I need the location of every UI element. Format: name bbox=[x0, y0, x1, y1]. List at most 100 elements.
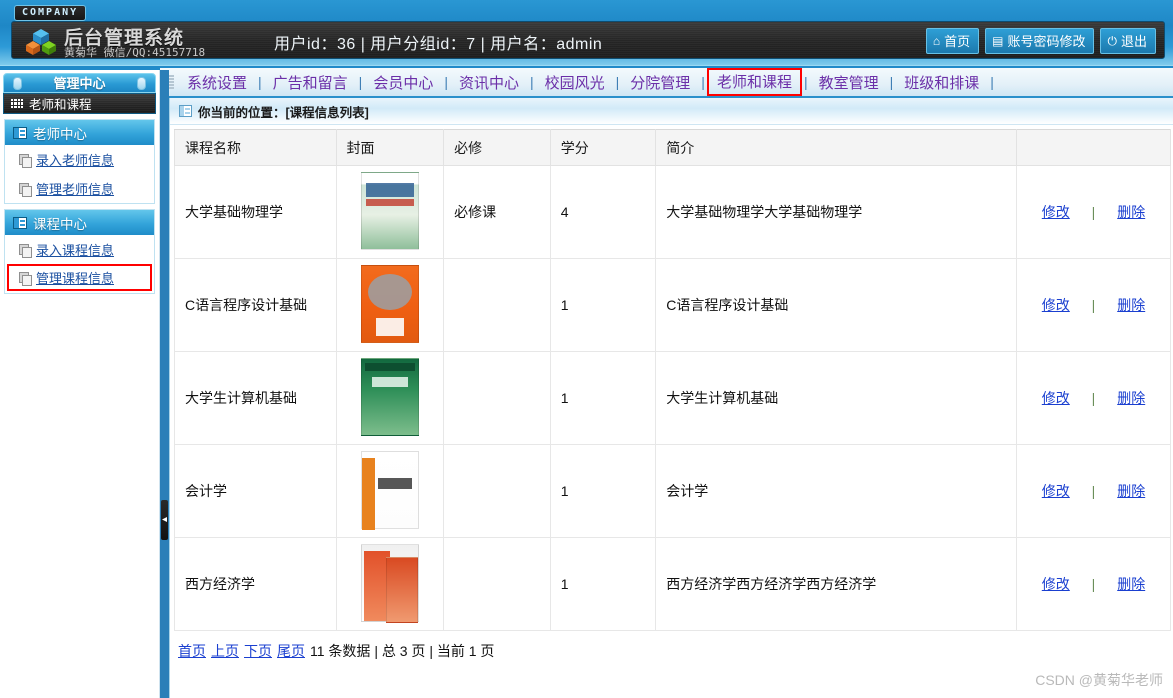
action-separator: | bbox=[1091, 483, 1096, 499]
column-header-credit: 学分 bbox=[549, 129, 657, 166]
grid-dots-icon bbox=[11, 99, 23, 108]
cell-credit: 1 bbox=[549, 537, 657, 631]
cell-credit: 1 bbox=[549, 444, 657, 538]
action-separator: | bbox=[1091, 297, 1096, 313]
delete-link[interactable]: 删除 bbox=[1117, 483, 1145, 499]
course-table: 课程名称 封面 必修 学分 简介 大学基础物理学 必修课 4 大学基础物理学大学… bbox=[174, 129, 1172, 631]
sidebar-group-course-center: 课程中心 录入课程信息 管理课程信息 bbox=[4, 209, 155, 294]
pager-first-link[interactable]: 首页 bbox=[178, 643, 206, 659]
book-cover-computer bbox=[360, 357, 419, 436]
cell-intro: C语言程序设计基础 bbox=[655, 258, 1017, 352]
brand-subtitle: 黄菊华 微信/QQ:45157718 bbox=[64, 46, 206, 59]
nav-item-ads-messages[interactable]: 广告和留言 bbox=[262, 72, 359, 93]
cell-course-name: 会计学 bbox=[174, 444, 337, 538]
cell-actions: 修改 | 删除 bbox=[1015, 537, 1172, 631]
pager-total-pages: 总 3 页 bbox=[381, 643, 426, 659]
edit-link[interactable]: 修改 bbox=[1042, 204, 1070, 220]
pager-prev-link[interactable]: 上页 bbox=[211, 643, 239, 659]
logout-button[interactable]: ⏻ 退出 bbox=[1100, 28, 1156, 54]
app-root: COMPANY 后台管理系统 黄菊华 微信/QQ:45157718 用户id：3… bbox=[0, 0, 1173, 698]
sidebar-divider bbox=[160, 70, 169, 698]
cell-cover bbox=[335, 444, 445, 538]
delete-link[interactable]: 删除 bbox=[1117, 576, 1145, 592]
cell-credit: 1 bbox=[549, 351, 657, 445]
sidebar-group-label: 课程中心 bbox=[33, 216, 87, 232]
sidebar-group-header[interactable]: 老师中心 bbox=[5, 120, 154, 145]
sidebar-group-teacher-center: 老师中心 录入老师信息 管理老师信息 bbox=[4, 119, 155, 204]
user-info-text: 用户id：36 | 用户分组id：7 | 用户名：admin bbox=[274, 36, 603, 53]
home-icon: ⌂ bbox=[932, 33, 941, 48]
column-header-actions bbox=[1015, 129, 1172, 166]
cell-required bbox=[443, 258, 551, 352]
home-button[interactable]: ⌂ 首页 bbox=[925, 28, 980, 54]
cell-actions: 修改 | 删除 bbox=[1015, 444, 1172, 538]
sidebar-item-label: 录入课程信息 bbox=[36, 243, 115, 258]
nav-separator: | bbox=[990, 74, 994, 90]
sidebar-item-add-course[interactable]: 录入课程信息 bbox=[5, 235, 154, 264]
cell-course-name: 大学基础物理学 bbox=[174, 165, 337, 259]
sidebar-current-module: 老师和课程 bbox=[3, 93, 156, 114]
main-navigation: 系统设置 | 广告和留言 | 会员中心 | 资讯中心 | 校园风光 | 分院管理… bbox=[160, 68, 1173, 98]
sidebar: 管理中心 老师和课程 老师中心 录入老师信息 管理老师信息 课程中心 录入课程信… bbox=[0, 70, 160, 698]
sidebar-collapse-handle[interactable] bbox=[161, 500, 168, 540]
sidebar-item-label: 管理老师信息 bbox=[36, 182, 115, 197]
edit-link[interactable]: 修改 bbox=[1042, 483, 1070, 499]
app-header: COMPANY 后台管理系统 黄菊华 微信/QQ:45157718 用户id：3… bbox=[0, 0, 1173, 66]
sidebar-item-add-teacher[interactable]: 录入老师信息 bbox=[5, 145, 154, 174]
cell-credit: 1 bbox=[549, 258, 657, 352]
pager-last-link[interactable]: 尾页 bbox=[277, 643, 305, 659]
logo-cubes-icon bbox=[26, 29, 56, 55]
cell-course-name: 西方经济学 bbox=[174, 537, 337, 631]
header-inner-bar: 后台管理系统 黄菊华 微信/QQ:45157718 用户id：36 | 用户分组… bbox=[11, 21, 1165, 59]
pagination: 首页 上页 下页 尾页 11 条数据 | 总 3 页 | 当前 1 页 bbox=[178, 641, 1173, 661]
table-row: 会计学 1 会计学 修改 | 删除 bbox=[174, 444, 1172, 538]
pager-current-page: 当前 1 页 bbox=[436, 643, 495, 659]
pager-total-records: 11 条数据 bbox=[310, 643, 371, 659]
nav-item-class-scheduling[interactable]: 班级和排课 bbox=[893, 72, 990, 93]
nav-item-campus-scenery[interactable]: 校园风光 bbox=[534, 72, 616, 93]
logout-label: 退出 bbox=[1120, 34, 1147, 49]
nav-item-classroom-management[interactable]: 教室管理 bbox=[808, 72, 890, 93]
sidebar-item-label: 录入老师信息 bbox=[36, 153, 115, 168]
nav-item-news-center[interactable]: 资讯中心 bbox=[448, 72, 530, 93]
cell-cover bbox=[335, 258, 445, 352]
edit-link[interactable]: 修改 bbox=[1042, 390, 1070, 406]
cell-intro: 会计学 bbox=[655, 444, 1017, 538]
cell-required bbox=[443, 351, 551, 445]
sidebar-group-header[interactable]: 课程中心 bbox=[5, 210, 154, 235]
page-copy-icon bbox=[19, 153, 32, 168]
book-cover-economics bbox=[360, 543, 419, 623]
delete-link[interactable]: 删除 bbox=[1117, 390, 1145, 406]
screw-left-icon bbox=[13, 77, 22, 90]
table-row: 西方经济学 1 西方经济学西方经济学西方经济学 修改 | 删除 bbox=[174, 537, 1172, 631]
nav-item-system-settings[interactable]: 系统设置 bbox=[176, 72, 258, 93]
sidebar-item-manage-teacher[interactable]: 管理老师信息 bbox=[5, 174, 154, 203]
watermark: CSDN @黄菊华老师 bbox=[1035, 672, 1163, 688]
page-copy-icon bbox=[19, 182, 32, 197]
nav-separator: | bbox=[701, 74, 705, 90]
sidebar-title: 管理中心 bbox=[3, 73, 156, 93]
edit-link[interactable]: 修改 bbox=[1042, 576, 1070, 592]
content-panel: 你当前的位置：[课程信息列表] 课程名称 封面 必修 学分 简介 大学基础物理学… bbox=[169, 98, 1173, 698]
nav-item-member-center[interactable]: 会员中心 bbox=[362, 72, 444, 93]
action-separator: | bbox=[1091, 390, 1096, 406]
sidebar-group-label: 老师中心 bbox=[33, 126, 87, 142]
table-row: 大学基础物理学 必修课 4 大学基础物理学大学基础物理学 修改 | 删除 bbox=[174, 165, 1172, 259]
change-password-label: 账号密码修改 bbox=[1007, 34, 1086, 49]
book-cover-c-language bbox=[360, 264, 419, 343]
nav-item-branch-management[interactable]: 分院管理 bbox=[619, 72, 701, 93]
nav-item-teachers-courses[interactable]: 老师和课程 bbox=[706, 68, 802, 96]
window-icon bbox=[13, 216, 27, 229]
delete-link[interactable]: 删除 bbox=[1117, 204, 1145, 220]
breadcrumb-text: 你当前的位置：[课程信息列表] bbox=[198, 105, 369, 120]
delete-link[interactable]: 删除 bbox=[1117, 297, 1145, 313]
table-row: C语言程序设计基础 1 C语言程序设计基础 修改 | 删除 bbox=[174, 258, 1172, 352]
action-separator: | bbox=[1091, 576, 1096, 592]
edit-link[interactable]: 修改 bbox=[1042, 297, 1070, 313]
change-password-button[interactable]: ▤ 账号密码修改 bbox=[985, 28, 1095, 54]
sidebar-item-manage-course[interactable]: 管理课程信息 bbox=[7, 264, 152, 291]
pager-next-link[interactable]: 下页 bbox=[244, 643, 272, 659]
sidebar-current-label: 老师和课程 bbox=[29, 98, 92, 112]
screw-right-icon bbox=[137, 77, 146, 90]
document-icon: ▤ bbox=[992, 33, 1004, 48]
